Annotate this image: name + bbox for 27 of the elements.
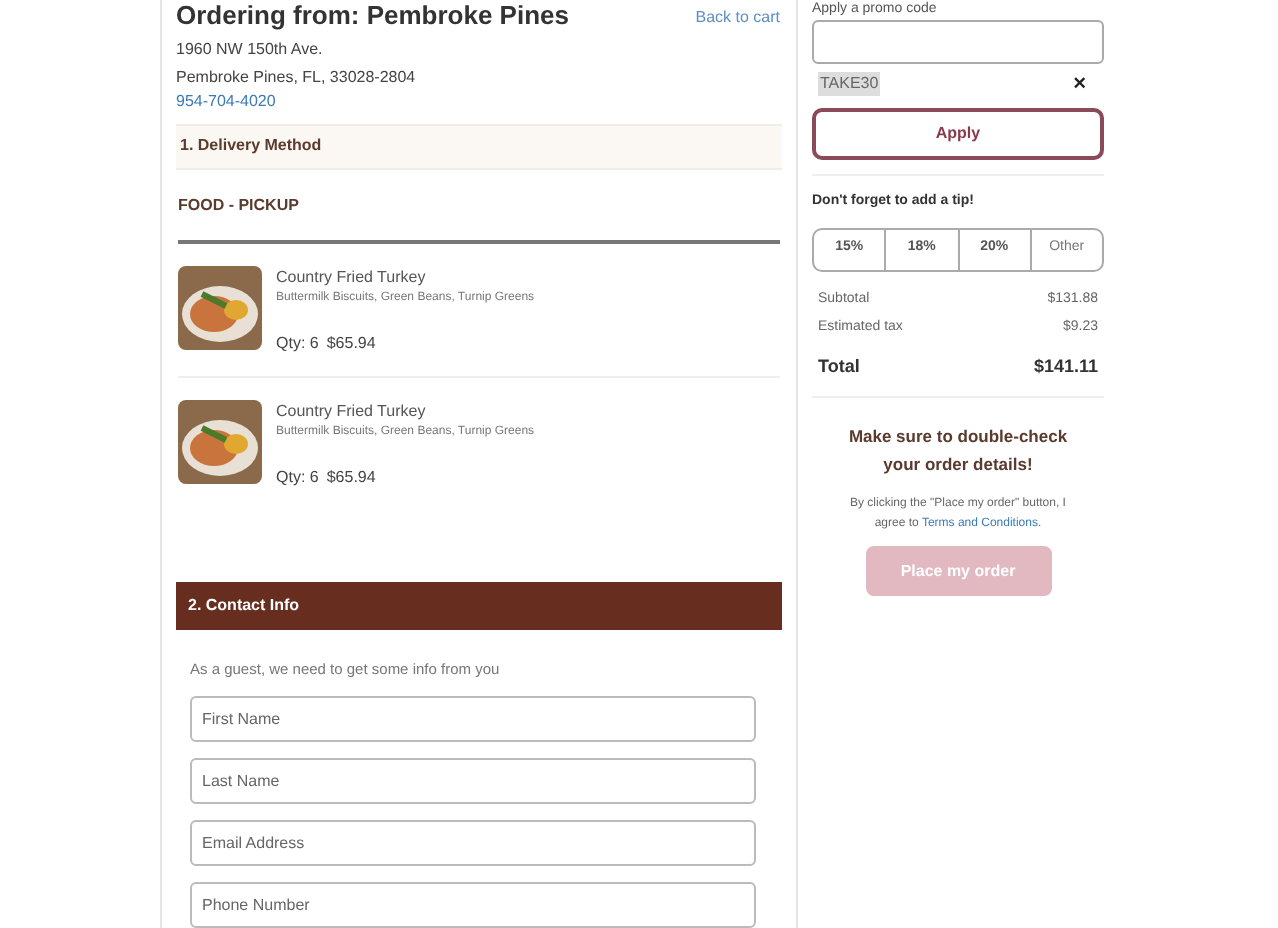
store-title: Ordering from: Pembroke Pines	[176, 2, 569, 30]
address-line: 1960 NW 150th Ave.	[176, 38, 325, 62]
item-quantity: Qty: 6	[276, 467, 319, 488]
total-label: Total	[818, 353, 860, 379]
food-photo	[178, 399, 262, 484]
text-input[interactable]: Phone Number	[190, 882, 756, 928]
item-price: $65.94	[326, 467, 376, 488]
remove-code-button[interactable]: ×	[1073, 74, 1086, 94]
promo-code-input[interactable]	[812, 20, 1104, 64]
text-input[interactable]: First Name	[190, 696, 756, 742]
delivery-method-header: 1. Delivery Method	[176, 124, 782, 170]
address-line: Pembroke Pines, FL, 33028-2804	[176, 66, 418, 90]
item-price: $65.94	[326, 333, 376, 354]
item-name: Country Fried Turkey	[276, 267, 428, 288]
contact-info-header: 2. Contact Info	[176, 581, 782, 630]
total-value: $141.11	[1033, 353, 1098, 379]
text-input[interactable]: Last Name	[190, 758, 756, 804]
back-to-cart-link[interactable]: Back to cart	[695, 6, 780, 30]
item-name: Country Fried Turkey	[276, 401, 428, 422]
applied-promo-code: TAKE30	[818, 72, 881, 96]
apply-button[interactable]: Apply	[812, 108, 1104, 160]
double-check-heading: Make sure to double-check your order details!	[846, 424, 1070, 478]
phone-link[interactable]: 954-704-4020	[176, 90, 569, 114]
delivery-type: FOOD - PICKUP	[176, 193, 301, 218]
item-quantity: Qty: 6	[276, 333, 319, 354]
food-photo	[178, 265, 262, 350]
text-input[interactable]: Email Address	[190, 820, 756, 866]
